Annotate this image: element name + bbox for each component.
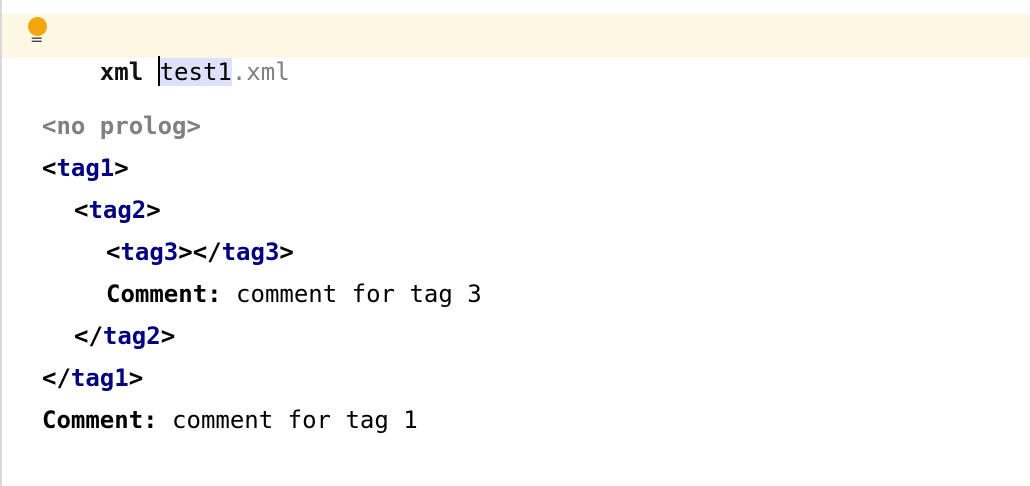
selected-filename[interactable]: test1 [159, 58, 232, 86]
editor-line-comment1: Comment: comment for tag 1 [42, 404, 418, 436]
editor-line-close-tag2: </tag2> [74, 322, 176, 350]
tag-name: tag2 [102, 322, 161, 350]
editor-line-tag3: <tag3></tag3> [106, 238, 294, 266]
tag-name: tag1 [70, 364, 129, 392]
code-editor[interactable]: = xml test1.xml <no prolog> <tag1> <tag2… [0, 0, 1030, 486]
editor-line-1[interactable]: xml test1.xml [42, 24, 290, 86]
comment-label: Comment: [106, 280, 222, 308]
editor-line-open-tag2: <tag2> [74, 196, 161, 224]
tag-name: tag3 [221, 238, 280, 266]
editor-line-open-tag1: <tag1> [42, 154, 129, 182]
xml-keyword: xml [99, 58, 144, 86]
editor-line-prolog: <no prolog> [42, 112, 201, 140]
comment-text: comment for tag 3 [236, 280, 482, 308]
editor-left-border [0, 0, 2, 486]
comment-text: comment for tag 1 [172, 406, 418, 434]
tag-name: tag1 [56, 154, 115, 182]
comment-label: Comment: [42, 406, 158, 434]
editor-line-close-tag1: </tag1> [42, 364, 144, 392]
tag-name: tag2 [88, 196, 147, 224]
editor-line-comment3: Comment: comment for tag 3 [106, 278, 482, 310]
tag-name: tag3 [120, 238, 179, 266]
file-extension: .xml [231, 58, 290, 86]
